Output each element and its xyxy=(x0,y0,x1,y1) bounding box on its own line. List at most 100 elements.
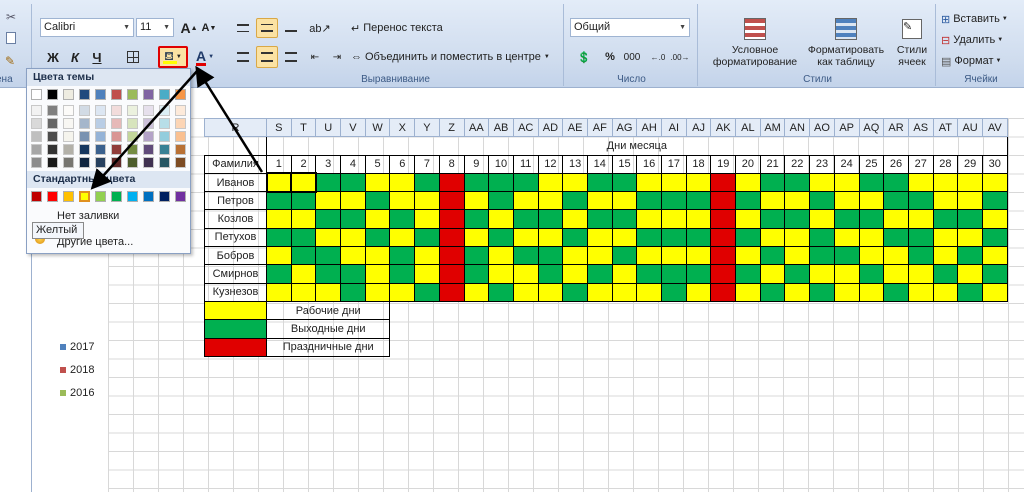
day-status-cell[interactable] xyxy=(586,191,613,211)
day-status-cell[interactable] xyxy=(883,209,909,229)
theme-shade-swatch[interactable] xyxy=(159,131,170,142)
day-status-cell[interactable] xyxy=(735,172,761,193)
theme-color-swatch[interactable] xyxy=(159,89,170,100)
legend-swatch-cell[interactable] xyxy=(204,319,267,339)
theme-shade-swatch[interactable] xyxy=(175,118,186,129)
employee-name-cell[interactable]: Кузнезов xyxy=(204,282,267,302)
day-status-cell[interactable] xyxy=(981,282,1008,302)
day-status-cell[interactable] xyxy=(364,172,391,193)
theme-shade-swatch[interactable] xyxy=(95,144,106,155)
column-header[interactable]: AR xyxy=(883,117,909,138)
theme-color-swatch[interactable] xyxy=(127,89,138,100)
day-number-cell[interactable]: 3 xyxy=(315,154,342,174)
theme-shade-swatch[interactable] xyxy=(175,131,186,142)
align-middle-button[interactable] xyxy=(256,18,278,38)
theme-shade-swatch[interactable] xyxy=(143,157,154,168)
day-status-cell[interactable] xyxy=(389,227,416,248)
day-status-cell[interactable] xyxy=(981,191,1008,211)
day-status-cell[interactable] xyxy=(759,191,786,211)
theme-shade-swatch[interactable] xyxy=(143,144,154,155)
column-header[interactable]: AL xyxy=(735,117,761,138)
day-status-cell[interactable] xyxy=(290,209,317,229)
number-format-combo[interactable]: Общий ▼ xyxy=(570,18,690,37)
day-status-cell[interactable] xyxy=(833,282,860,302)
day-status-cell[interactable] xyxy=(957,282,983,302)
day-status-cell[interactable] xyxy=(932,246,959,266)
surname-header[interactable]: Фамилия xyxy=(204,154,267,174)
day-number-cell[interactable]: 11 xyxy=(512,154,539,174)
theme-shade-swatch[interactable] xyxy=(95,105,106,116)
theme-shade-swatch[interactable] xyxy=(127,144,138,155)
employee-name-cell[interactable]: Смирнов xyxy=(204,264,267,284)
day-number-cell[interactable]: 15 xyxy=(611,154,638,174)
day-number-cell[interactable]: 30 xyxy=(981,154,1008,174)
employee-name-cell[interactable]: Иванов xyxy=(204,172,267,193)
day-status-cell[interactable] xyxy=(883,246,909,266)
day-status-cell[interactable] xyxy=(266,282,292,302)
day-status-cell[interactable] xyxy=(438,227,465,248)
column-header[interactable]: Y xyxy=(414,117,440,138)
day-status-cell[interactable] xyxy=(463,227,490,248)
day-status-cell[interactable] xyxy=(414,172,440,193)
theme-shade-swatch[interactable] xyxy=(175,144,186,155)
day-status-cell[interactable] xyxy=(759,264,786,284)
day-number-cell[interactable]: 7 xyxy=(414,154,440,174)
day-status-cell[interactable] xyxy=(636,246,662,266)
day-status-cell[interactable] xyxy=(883,191,909,211)
day-status-cell[interactable] xyxy=(957,209,983,229)
day-number-cell[interactable]: 22 xyxy=(784,154,811,174)
day-status-cell[interactable] xyxy=(463,282,490,302)
cell-styles-button[interactable]: ✎ Стили ячеек xyxy=(892,12,932,74)
day-status-cell[interactable] xyxy=(463,264,490,284)
day-status-cell[interactable] xyxy=(290,282,317,302)
theme-color-swatch[interactable] xyxy=(111,89,122,100)
day-status-cell[interactable] xyxy=(562,209,588,229)
day-status-cell[interactable] xyxy=(907,264,934,284)
day-status-cell[interactable] xyxy=(315,282,342,302)
cut-icon[interactable]: ✂ xyxy=(6,10,16,24)
day-status-cell[interactable] xyxy=(266,264,292,284)
day-status-cell[interactable] xyxy=(364,282,391,302)
day-status-cell[interactable] xyxy=(414,191,440,211)
day-status-cell[interactable] xyxy=(759,246,786,266)
day-number-cell[interactable]: 14 xyxy=(586,154,613,174)
legend-swatch-cell[interactable] xyxy=(204,300,267,321)
day-status-cell[interactable] xyxy=(438,172,465,193)
day-status-cell[interactable] xyxy=(636,172,662,193)
employee-name-cell[interactable]: Козлов xyxy=(204,209,267,229)
column-header[interactable]: AB xyxy=(488,117,514,138)
day-status-cell[interactable] xyxy=(883,282,909,302)
day-status-cell[interactable] xyxy=(809,172,835,193)
day-status-cell[interactable] xyxy=(611,227,638,248)
day-status-cell[interactable] xyxy=(907,282,934,302)
day-status-cell[interactable] xyxy=(488,209,514,229)
day-status-cell[interactable] xyxy=(710,209,737,229)
day-status-cell[interactable] xyxy=(611,191,638,211)
day-status-cell[interactable] xyxy=(389,209,416,229)
column-header[interactable]: AJ xyxy=(685,117,712,138)
underline-button[interactable]: Ч xyxy=(88,46,106,68)
day-status-cell[interactable] xyxy=(858,246,885,266)
conditional-format-button[interactable]: Условное форматирование xyxy=(713,12,797,74)
day-status-cell[interactable] xyxy=(586,209,613,229)
day-status-cell[interactable] xyxy=(784,264,811,284)
column-header[interactable]: AV xyxy=(981,117,1008,138)
day-status-cell[interactable] xyxy=(685,172,712,193)
align-top-button[interactable] xyxy=(232,18,254,38)
theme-shade-swatch[interactable] xyxy=(159,105,170,116)
day-status-cell[interactable] xyxy=(537,246,564,266)
day-number-cell[interactable]: 9 xyxy=(463,154,490,174)
align-left-button[interactable] xyxy=(232,46,254,68)
day-status-cell[interactable] xyxy=(710,227,737,248)
theme-color-swatch[interactable] xyxy=(31,89,42,100)
day-status-cell[interactable] xyxy=(364,246,391,266)
day-status-cell[interactable] xyxy=(759,172,786,193)
day-status-cell[interactable] xyxy=(438,264,465,284)
day-status-cell[interactable] xyxy=(932,227,959,248)
day-status-cell[interactable] xyxy=(833,172,860,193)
day-status-cell[interactable] xyxy=(611,282,638,302)
day-status-cell[interactable] xyxy=(784,191,811,211)
day-status-cell[interactable] xyxy=(586,172,613,193)
day-status-cell[interactable] xyxy=(809,191,835,211)
day-status-cell[interactable] xyxy=(389,246,416,266)
